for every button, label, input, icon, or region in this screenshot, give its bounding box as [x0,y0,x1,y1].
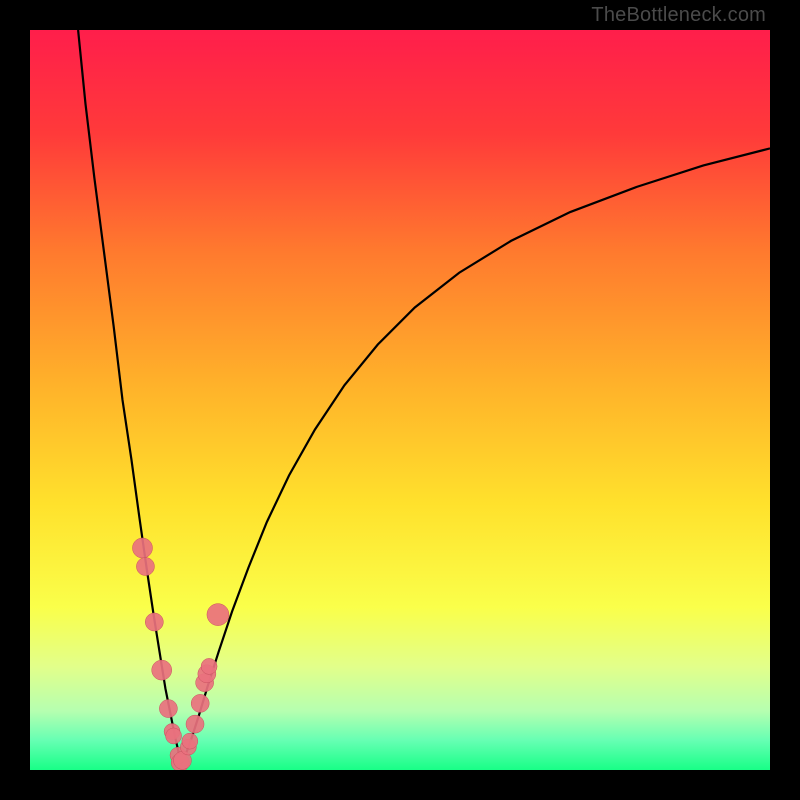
data-marker [136,558,154,576]
gradient-background [30,30,770,770]
data-marker [201,658,217,674]
data-marker [159,700,177,718]
chart-svg [30,30,770,770]
plot-area [30,30,770,770]
data-marker [191,694,209,712]
data-marker [166,728,182,744]
data-marker [182,733,198,749]
data-marker [145,613,163,631]
data-marker [207,604,229,626]
data-marker [186,715,204,733]
watermark-text: TheBottleneck.com [591,4,766,27]
data-marker [152,660,172,680]
data-marker [132,538,152,558]
outer-frame: TheBottleneck.com [0,0,800,800]
